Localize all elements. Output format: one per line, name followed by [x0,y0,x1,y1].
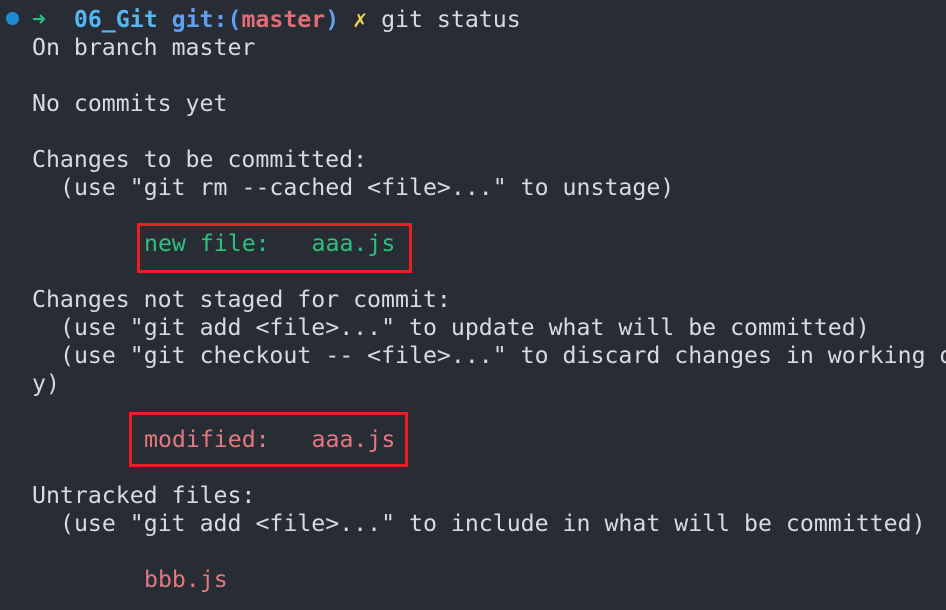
unstaged-hint-checkout: (use "git checkout -- <file>..." to disc… [60,342,946,369]
untracked-hint: (use "git add <file>..." to include in w… [60,510,926,537]
terminal-window[interactable]: ➜ 06_Git git:(master) ✗ git status On br… [0,0,946,610]
prompt-git-label: git:( [171,6,242,33]
unstaged-file-entry: modified: aaa.js [144,426,396,453]
staged-file-entry: new file: aaa.js [144,230,396,257]
on-branch-line: On branch master [32,34,256,61]
untracked-file-entry: bbb.js [144,566,228,593]
prompt-directory: 06_Git [73,6,158,33]
shell-prompt: ➜ 06_Git git:(master) ✗ git status [32,6,521,34]
prompt-command: git status [381,6,521,33]
status-dot-icon [6,12,19,25]
unstaged-header: Changes not staged for commit: [32,286,451,313]
staged-header: Changes to be committed: [32,146,368,173]
prompt-branch: master [241,6,326,33]
prompt-dirty-icon: ✗ [353,6,368,33]
unstaged-hint-wrap: y) [32,370,60,397]
unstaged-hint-add: (use "git add <file>..." to update what … [60,314,870,341]
staged-hint: (use "git rm --cached <file>..." to unst… [60,174,675,201]
prompt-arrow-icon: ➜ [32,6,46,33]
no-commits-line: No commits yet [32,90,228,117]
prompt-git-close: ) [325,6,340,33]
untracked-header: Untracked files: [32,482,256,509]
